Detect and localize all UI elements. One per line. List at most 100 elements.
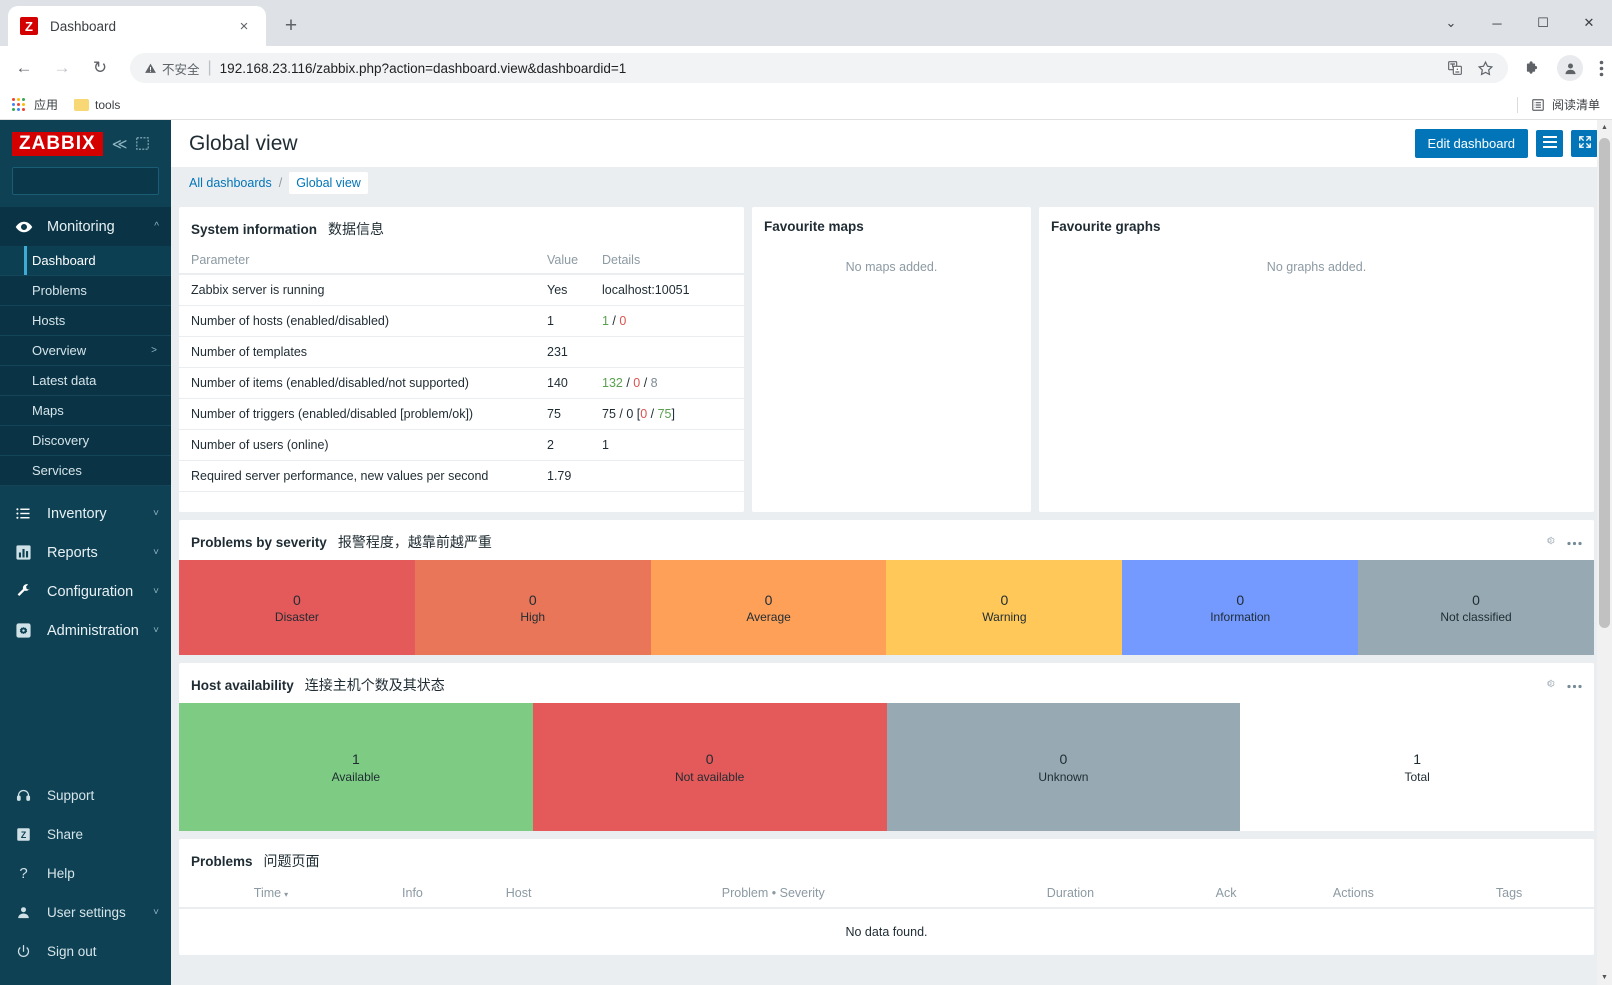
column-problem-severity[interactable]: Problem • Severity (575, 879, 972, 909)
sidebar-item-problems[interactable]: Problems (0, 276, 171, 306)
severity-cell-information[interactable]: 0 Information (1122, 560, 1359, 655)
search-box[interactable] (12, 167, 189, 195)
column-parameter[interactable]: Parameter (179, 247, 539, 275)
power-icon (14, 944, 33, 959)
translate-icon[interactable] (1447, 60, 1463, 76)
profile-avatar[interactable] (1557, 55, 1583, 81)
scrollbar-thumb[interactable] (1599, 138, 1610, 628)
chevron-down-icon[interactable]: ˅ (153, 547, 159, 558)
column-value[interactable]: Value (539, 247, 594, 275)
host-cell-not-available[interactable]: 0 Not available (532, 703, 887, 831)
sidebar-item-hosts[interactable]: Hosts (0, 306, 171, 336)
sidebar-item-services[interactable]: Services (0, 456, 171, 486)
search-input[interactable] (21, 174, 176, 188)
kebab-icon[interactable] (1567, 681, 1582, 689)
window-close-icon[interactable]: ✕ (1566, 0, 1612, 46)
url-text: 192.168.23.116/zabbix.php?action=dashboa… (219, 60, 627, 76)
host-cell-unknown[interactable]: 0 Unknown (886, 703, 1241, 831)
reading-list-label: 阅读清单 (1551, 98, 1600, 112)
cell-value: 1 (539, 305, 594, 337)
not-secure-indicator[interactable]: 不安全 (144, 59, 200, 78)
table-header-row: Time ▾ Info Host Problem • Severity Durat… (179, 879, 1594, 909)
collapse-sidebar-icon[interactable]: ≪ (112, 135, 128, 153)
address-bar[interactable]: 不安全 | 192.168.23.116/zabbix.php?action=d… (130, 53, 1508, 83)
cell-value: 1.79 (539, 460, 594, 492)
reading-list-entry[interactable]: 阅读清单 (1516, 96, 1600, 113)
column-time[interactable]: Time ▾ (179, 879, 363, 909)
page-scrollbar[interactable]: ▲ ▼ (1597, 120, 1612, 985)
severity-cell-disaster[interactable]: 0 Disaster (179, 560, 415, 655)
column-ack[interactable]: Ack (1169, 879, 1283, 909)
edit-dashboard-button[interactable]: Edit dashboard (1414, 129, 1528, 158)
sidebar-submenu-monitoring: Dashboard Problems Hosts Overview > Late… (0, 246, 171, 486)
header-actions: Edit dashboard (1414, 129, 1598, 158)
dashboard-menu-button[interactable] (1536, 130, 1563, 157)
severity-cell-warning[interactable]: 0 Warning (886, 560, 1123, 655)
sidebar-item-sign-out[interactable]: Sign out (0, 932, 171, 971)
zabbix-logo[interactable]: ZABBIX (12, 131, 103, 156)
sidebar-item-latest-data[interactable]: Latest data (0, 366, 171, 396)
cell-parameter: Number of users (online) (179, 429, 539, 461)
sidebar-item-support[interactable]: Support (0, 776, 171, 815)
detail-enabled: 132 (602, 376, 623, 390)
sidebar-item-share[interactable]: Z Share (0, 815, 171, 854)
sidebar-item-discovery[interactable]: Discovery (0, 426, 171, 456)
browser-tab[interactable]: Z Dashboard × (8, 6, 266, 46)
apps-grid-icon[interactable] (12, 98, 25, 111)
browser-toolbar: ← → ↻ 不安全 | 192.168.23.116/zabbix.php?ac… (0, 46, 1612, 90)
maximize-icon[interactable]: ☐ (1520, 0, 1566, 46)
bookmark-apps[interactable]: 应用 (34, 96, 58, 113)
back-icon[interactable]: ← (8, 52, 40, 84)
scroll-down-icon[interactable]: ▼ (1597, 970, 1612, 985)
new-tab-button[interactable]: + (276, 11, 306, 41)
column-host[interactable]: Host (461, 879, 576, 909)
chevron-down-icon[interactable]: ˅ (153, 625, 159, 636)
widget-header: Host availability 连接主机个数及其状态 (179, 663, 1594, 703)
column-actions[interactable]: Actions (1282, 879, 1425, 909)
chevron-down-icon[interactable]: ˅ (153, 508, 159, 519)
kebab-icon[interactable] (1567, 538, 1582, 546)
minimize-icon[interactable]: ─ (1474, 0, 1520, 46)
chevron-down-icon[interactable]: ˅ (153, 907, 159, 918)
sidebar-item-dashboard[interactable]: Dashboard (0, 246, 171, 276)
chevron-up-icon[interactable]: ^ (154, 221, 159, 232)
sidebar-item-monitoring[interactable]: Monitoring ^ (0, 207, 171, 246)
wrench-icon (14, 583, 33, 600)
widget-system-information: System information 数据信息 Parameter Value … (179, 207, 744, 512)
sidebar-item-overview[interactable]: Overview > (0, 336, 171, 366)
chevron-down-icon[interactable]: ˅ (153, 586, 159, 597)
hide-sidebar-icon[interactable] (136, 137, 150, 150)
column-info[interactable]: Info (362, 879, 462, 909)
column-tags[interactable]: Tags (1424, 879, 1594, 909)
close-icon[interactable]: × (234, 16, 254, 36)
bookmark-folder-tools[interactable]: tools (74, 98, 120, 112)
sidebar-item-configuration[interactable]: Configuration ˅ (0, 572, 171, 611)
host-cell-available[interactable]: 1 Available (179, 703, 533, 831)
host-cell-total[interactable]: 1 Total (1240, 703, 1594, 831)
sidebar-item-administration[interactable]: Administration ˅ (0, 611, 171, 650)
sidebar-item-maps[interactable]: Maps (0, 396, 171, 426)
detail-unsupported: 8 (650, 376, 658, 390)
column-details[interactable]: Details (594, 247, 744, 275)
browser-menu-icon[interactable] (1599, 60, 1604, 77)
breadcrumb-all-dashboards[interactable]: All dashboards (189, 176, 272, 190)
sidebar-item-user-settings[interactable]: User settings ˅ (0, 893, 171, 932)
gear-icon[interactable] (1543, 534, 1556, 550)
breadcrumb-current[interactable]: Global view (289, 172, 368, 194)
extensions-puzzle-icon[interactable] (1524, 60, 1541, 77)
reload-icon[interactable]: ↻ (84, 52, 116, 84)
forward-icon[interactable]: → (46, 52, 78, 84)
tab-search-icon[interactable]: ⌄ (1428, 0, 1474, 46)
sidebar-item-inventory[interactable]: Inventory ˅ (0, 494, 171, 533)
fullscreen-button[interactable] (1571, 130, 1598, 157)
severity-cell-high[interactable]: 0 High (414, 560, 651, 655)
bookmark-star-icon[interactable] (1477, 60, 1494, 77)
severity-cell-average[interactable]: 0 Average (650, 560, 887, 655)
column-duration[interactable]: Duration (971, 879, 1170, 909)
scroll-up-icon[interactable]: ▲ (1597, 120, 1612, 135)
sidebar-item-help[interactable]: ? Help (0, 854, 171, 893)
chevron-right-icon: > (151, 345, 157, 356)
severity-cell-not-classified[interactable]: 0 Not classified (1358, 560, 1594, 655)
gear-icon[interactable] (1543, 677, 1556, 693)
sidebar-item-reports[interactable]: Reports ˅ (0, 533, 171, 572)
